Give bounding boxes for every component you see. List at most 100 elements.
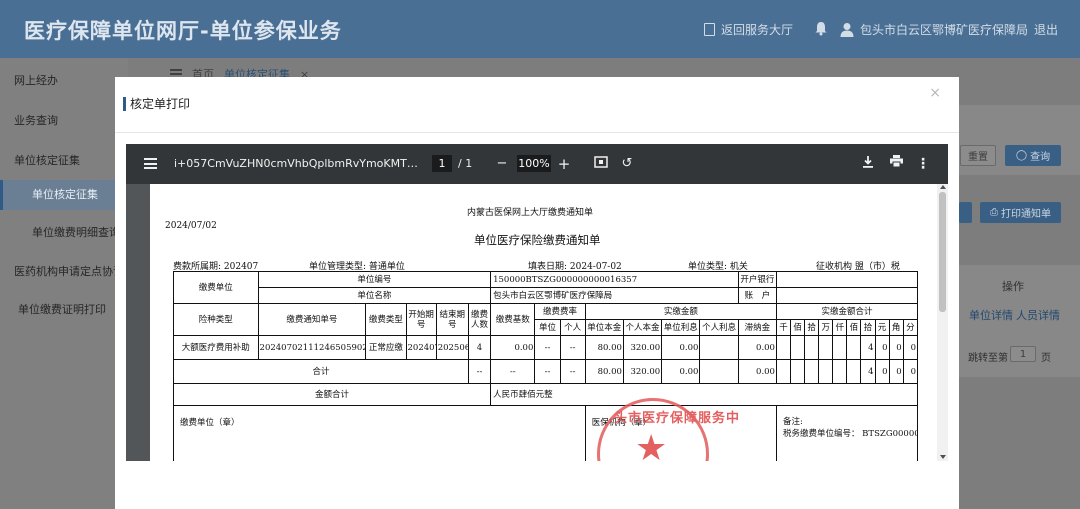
unit-code-label: 单位编号: [257, 271, 492, 288]
payer-unit-cell: 缴费单位: [173, 271, 259, 304]
zoom-out-icon[interactable]: −: [493, 155, 511, 173]
sidebar-item-payment-proof[interactable]: 单位缴费证明打印: [0, 301, 128, 317]
jump-value: 1: [1019, 348, 1027, 360]
app-title: 医疗保障单位网厅-单位参保业务: [24, 19, 342, 43]
amount-total-value: 人民币肆佰元整: [490, 383, 918, 406]
pdf-scrollbar[interactable]: [937, 184, 948, 461]
sidebar-item-online-handling[interactable]: 网上经办: [0, 72, 128, 88]
h-unit-principal: 单位本金: [584, 319, 624, 336]
search-button[interactable]: ◯ 查询: [1005, 145, 1061, 166]
print-modal: 核定单打印 × i+057CmVuZHN0cmVhbQplbmRvYmoKMTU…: [115, 77, 959, 509]
jump-page-input[interactable]: 1: [1010, 346, 1036, 362]
pdf-menu-icon[interactable]: [144, 158, 157, 169]
action-button-partial[interactable]: [959, 202, 972, 223]
page-unit: 页: [1041, 353, 1051, 364]
rotate-icon[interactable]: ↺: [618, 155, 636, 173]
app-header: 医疗保障单位网厅-单位参保业务 返回服务大厅 包头市白云区鄂博矿医疗保障局 退出: [0, 0, 1080, 58]
print-icon: ⎙: [990, 207, 998, 218]
tax-no: 税务缴费单位编号： BTSZG000000000016357: [782, 429, 918, 439]
payer-seal-label: 缴费单位（章）: [180, 418, 240, 428]
row-notice-no: 20240702111246505902: [257, 335, 367, 360]
reset-button[interactable]: 重置: [960, 145, 996, 166]
scroll-down-icon[interactable]: [940, 455, 946, 459]
account-value: [775, 287, 919, 304]
row-digit: 0: [874, 335, 890, 360]
unit-name-value: 包头市白云区鄂博矿医疗保障局: [490, 287, 739, 304]
subtotal-rate-unit: --: [534, 359, 561, 384]
bank-label: 开户银行: [737, 271, 777, 288]
bell-icon: [815, 22, 827, 36]
h-insurance: 险种类型: [173, 303, 259, 336]
pdf-page: 内蒙古医保网上大厅缴费通知单 2024/07/02 单位医疗保险缴费通知单 费款…: [150, 184, 938, 461]
pdf-page-input[interactable]: 1: [432, 155, 452, 172]
h-rate: 缴费费率: [534, 303, 586, 320]
jump-label: 跳转至第: [968, 353, 1008, 364]
digit-h: 万: [818, 319, 834, 336]
row-unit-interest: 0.00: [661, 335, 701, 360]
user-account[interactable]: 包头市白云区鄂博矿医疗保障局: [840, 21, 1028, 38]
print-icon[interactable]: [887, 155, 905, 173]
fit-page-icon[interactable]: [592, 155, 610, 173]
seal-star-icon: ★: [635, 428, 668, 462]
row-digit: 0: [888, 335, 904, 360]
unit-detail-link[interactable]: 单位详情: [969, 307, 1013, 323]
row-base: 0.00: [490, 335, 536, 360]
subtotal-unit-interest: 0.00: [661, 359, 701, 384]
notification-bell[interactable]: [814, 21, 828, 36]
print-notice-label: 打印通知单: [1001, 209, 1051, 220]
row-digit: [832, 335, 848, 360]
pdf-zoom-input[interactable]: 100%: [517, 155, 551, 172]
scroll-up-icon[interactable]: [940, 185, 946, 189]
zoom-in-icon[interactable]: +: [555, 155, 573, 173]
print-notice-button[interactable]: ⎙ 打印通知单: [980, 202, 1061, 223]
h-person-interest: 个人利息: [699, 319, 739, 336]
download-icon[interactable]: [859, 155, 877, 173]
pdf-toolbar: i+057CmVuZHN0cmVhbQplbmRvYmoKMTUgMCBvY..…: [126, 144, 948, 184]
subtotal-person-principal: 320.00: [622, 359, 663, 384]
pdf-viewer: i+057CmVuZHN0cmVhbQplbmRvYmoKMTUgMCBvY..…: [126, 144, 948, 461]
subtotal-digit: [775, 359, 792, 384]
digit-h: 元: [874, 319, 890, 336]
row-person-principal: 320.00: [622, 335, 663, 360]
row-rate-person: --: [559, 335, 586, 360]
back-to-hall-link[interactable]: 返回服务大厅: [704, 21, 793, 38]
amount-total-label: 金额合计: [172, 383, 492, 406]
doc-date: 2024/07/02: [165, 221, 217, 231]
row-start: 202407: [405, 335, 437, 360]
notice-table: 缴费单位 单位编号 150000BTSZG000000000016357 开户银…: [172, 271, 919, 461]
sidebar-item-unit-collection[interactable]: 单位核定征集: [0, 152, 128, 168]
h-total: 实缴金额合计: [775, 303, 919, 320]
row-unit-principal: 80.00: [584, 335, 624, 360]
unit-code-value: 150000BTSZG000000000016357: [490, 271, 739, 288]
official-seal: 头市医疗保障服务中 ★: [597, 398, 739, 462]
subtotal-label: 合计: [173, 359, 469, 384]
h-base: 缴费基数: [490, 303, 536, 336]
row-digit: [775, 335, 792, 360]
sidebar-item-business-query[interactable]: 业务查询: [0, 112, 128, 128]
h-person-principal: 个人本金: [622, 319, 663, 336]
row-digit: [790, 335, 806, 360]
digit-h: 角: [888, 319, 904, 336]
digit-h: 佰: [846, 319, 862, 336]
row-pay-type: 正常应缴: [365, 335, 407, 360]
pdf-scroll-thumb[interactable]: [939, 192, 946, 312]
back-label: 返回服务大厅: [721, 23, 794, 37]
pdf-page-total: / 1: [458, 157, 473, 170]
more-options-icon[interactable]: ⋮: [914, 155, 932, 173]
row-person-interest: [699, 335, 739, 360]
subtotal-count: --: [467, 359, 492, 384]
doc-header-title: 内蒙古医保网上大厅缴费通知单: [467, 208, 594, 218]
row-late-fee: 0.00: [737, 335, 777, 360]
logout-button[interactable]: 退出: [1034, 21, 1058, 38]
h-actual: 实缴金额: [584, 303, 777, 320]
sidebar-item-payment-detail[interactable]: 单位缴费明细查询: [0, 224, 128, 240]
sidebar-item-agreement[interactable]: 医药机构申请定点协议: [0, 263, 128, 279]
digit-h: 仟: [832, 319, 848, 336]
digit-h: 拾: [804, 319, 820, 336]
exit-door-icon: [704, 23, 715, 36]
org-name: 包头市白云区鄂博矿医疗保障局: [860, 23, 1029, 37]
logout-label: 退出: [1034, 23, 1059, 37]
person-detail-link[interactable]: 人员详情: [1016, 307, 1060, 323]
sidebar-item-unit-collection-sub[interactable]: 单位核定征集: [0, 180, 128, 210]
close-icon[interactable]: ×: [929, 85, 941, 101]
